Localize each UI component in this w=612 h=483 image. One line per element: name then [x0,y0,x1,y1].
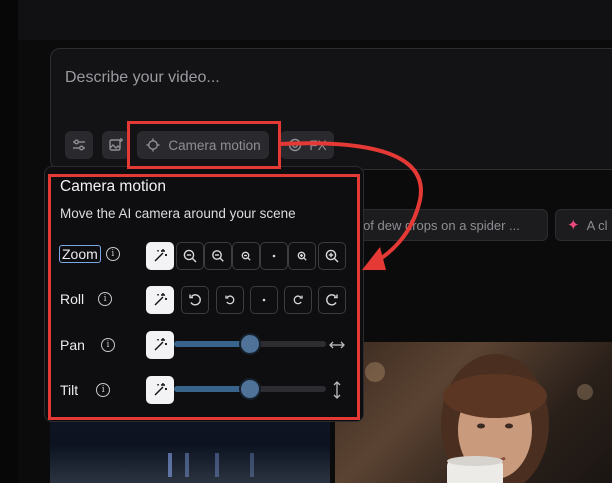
annotation-arrow [277,141,423,270]
